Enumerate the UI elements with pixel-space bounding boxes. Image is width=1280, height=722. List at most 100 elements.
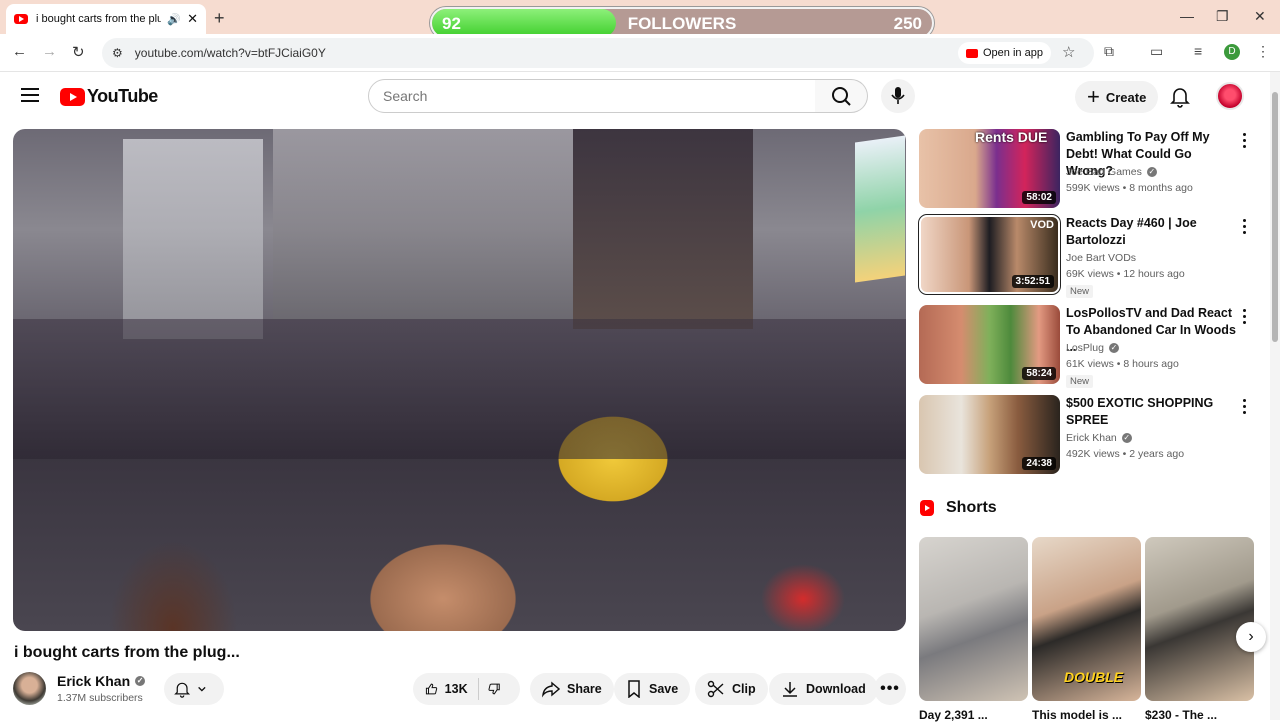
video-duration: 58:24 bbox=[1022, 367, 1056, 380]
video-thumbnail[interactable]: Rents DUE 58:02 bbox=[919, 129, 1060, 208]
recommendation-item[interactable]: 24:38 $500 EXOTIC SHOPPING SPREE Erick K… bbox=[919, 395, 1269, 477]
forward-icon[interactable]: → bbox=[42, 43, 57, 60]
thumbnail-text: Rents DUE bbox=[975, 129, 1048, 145]
recommendation-title: $500 EXOTIC SHOPPING SPREE bbox=[1066, 396, 1214, 427]
notifications-bell-icon[interactable] bbox=[1170, 86, 1190, 108]
recommendation-title: Reacts Day #460 | Joe Bartolozzi bbox=[1066, 216, 1197, 247]
short-thumbnail[interactable]: DOUBLE bbox=[1032, 537, 1141, 701]
maximize-icon[interactable]: ❐ bbox=[1216, 8, 1229, 25]
bell-icon bbox=[174, 682, 191, 698]
recommendation-channel: LosPlug bbox=[1066, 342, 1104, 354]
open-in-app-button[interactable]: Open in app bbox=[958, 42, 1051, 64]
video-thumbnail[interactable]: 58:24 bbox=[919, 305, 1060, 384]
shorts-next-button[interactable]: › bbox=[1236, 622, 1266, 652]
open-in-app-label: Open in app bbox=[983, 47, 1043, 59]
more-vertical-icon[interactable] bbox=[1243, 399, 1247, 417]
extensions-icon[interactable]: ⧉ bbox=[1104, 43, 1114, 60]
minimize-icon[interactable]: — bbox=[1180, 8, 1194, 24]
save-button[interactable]: Save bbox=[614, 673, 691, 705]
back-icon[interactable]: ← bbox=[12, 43, 27, 60]
short-thumbnail[interactable] bbox=[1145, 537, 1254, 701]
youtube-logo[interactable]: YouTube bbox=[60, 86, 158, 107]
share-label: Share bbox=[567, 682, 602, 696]
shorts-icon bbox=[920, 500, 934, 516]
address-bar[interactable]: ⚙ youtube.com/watch?v=btFJCiaiG0Y bbox=[102, 38, 1094, 68]
verified-icon: ✓ bbox=[1108, 343, 1119, 353]
search-input[interactable]: Search bbox=[368, 79, 816, 113]
video-thumbnail[interactable]: 24:38 bbox=[919, 395, 1060, 474]
video-frame-billboard bbox=[855, 135, 905, 283]
chevron-right-icon: › bbox=[1248, 628, 1254, 645]
video-title: i bought carts from the plug... bbox=[14, 644, 240, 661]
page-scrollbar[interactable] bbox=[1270, 72, 1280, 720]
recommendation-item[interactable]: VOD 3:52:51 Reacts Day #460 | Joe Bartol… bbox=[918, 214, 1269, 298]
search-button[interactable] bbox=[815, 79, 868, 113]
share-button[interactable]: Share bbox=[530, 673, 614, 705]
create-button[interactable]: + Create bbox=[1075, 81, 1159, 113]
more-horizontal-icon: ••• bbox=[880, 680, 900, 697]
cast-icon[interactable]: ▭ bbox=[1150, 43, 1163, 60]
download-button[interactable]: Download bbox=[769, 673, 878, 705]
bookmark-star-icon[interactable]: ☆ bbox=[1062, 43, 1075, 61]
youtube-header: YouTube Search + Create bbox=[0, 72, 1270, 122]
hamburger-menu-icon[interactable] bbox=[21, 88, 39, 106]
bookmark-icon bbox=[628, 680, 640, 698]
recommendation-item[interactable]: 58:24 LosPollosTV and Dad React To Aband… bbox=[919, 305, 1269, 388]
search-placeholder: Search bbox=[383, 88, 428, 104]
video-thumbnail[interactable]: VOD 3:52:51 bbox=[918, 214, 1061, 295]
more-vertical-icon[interactable] bbox=[1243, 309, 1247, 327]
short-overlay-text: DOUBLE bbox=[1064, 669, 1124, 685]
more-vertical-icon[interactable] bbox=[1243, 133, 1247, 151]
close-window-icon[interactable]: ✕ bbox=[1254, 8, 1266, 25]
follower-goal: 250 bbox=[893, 14, 922, 33]
channel-avatar[interactable] bbox=[13, 672, 46, 705]
more-actions-button[interactable]: ••• bbox=[874, 673, 906, 705]
browser-profile-avatar[interactable]: D bbox=[1224, 44, 1240, 60]
reload-icon[interactable]: ↻ bbox=[72, 43, 85, 61]
recommendation-meta: 61K views • 8 hours ago bbox=[1066, 358, 1179, 370]
video-duration: 3:52:51 bbox=[1011, 275, 1054, 288]
like-divider bbox=[477, 678, 479, 700]
create-label: Create bbox=[1105, 89, 1147, 105]
recommendation-channel: Joe Bart Games bbox=[1066, 166, 1142, 178]
thumbnail-text: VOD bbox=[1030, 219, 1054, 231]
shorts-heading: Shorts bbox=[920, 499, 997, 517]
shorts-heading-label: Shorts bbox=[946, 499, 997, 516]
plus-icon: + bbox=[1087, 84, 1100, 109]
browser-tab-active[interactable]: i bought carts from the plu 🔊 ✕ bbox=[6, 4, 206, 34]
account-avatar[interactable] bbox=[1216, 82, 1244, 110]
video-frame-building bbox=[123, 139, 263, 339]
channel-name-row[interactable]: Erick Khan ✓ bbox=[57, 673, 146, 689]
close-tab-icon[interactable]: ✕ bbox=[187, 11, 198, 27]
short-thumbnail[interactable] bbox=[919, 537, 1028, 701]
save-label: Save bbox=[649, 682, 679, 696]
verified-icon: ✓ bbox=[1121, 433, 1132, 443]
voice-search-button[interactable] bbox=[881, 79, 915, 113]
youtube-app-icon bbox=[966, 48, 978, 58]
speaker-icon[interactable]: 🔊 bbox=[167, 13, 181, 26]
youtube-favicon-icon bbox=[14, 14, 28, 24]
recommendation-item[interactable]: Rents DUE 58:02 Gambling To Pay Off My D… bbox=[919, 129, 1269, 211]
recommendation-channel-row: Joe Bart Games ✓ bbox=[1066, 166, 1157, 178]
browser-menu-icon[interactable]: ⋮ bbox=[1256, 43, 1270, 60]
verified-icon: ✓ bbox=[135, 676, 146, 686]
video-duration: 58:02 bbox=[1022, 191, 1056, 204]
video-frame-crowd bbox=[13, 319, 906, 459]
channel-name: Erick Khan bbox=[57, 673, 131, 689]
site-info-icon[interactable]: ⚙ bbox=[112, 46, 123, 60]
new-tab-icon[interactable]: + bbox=[214, 8, 225, 29]
youtube-play-icon bbox=[60, 87, 85, 106]
video-frame-building bbox=[573, 129, 753, 329]
media-controls-icon[interactable]: ≡ bbox=[1194, 43, 1202, 59]
scissors-icon bbox=[707, 680, 724, 698]
download-label: Download bbox=[806, 682, 866, 696]
browser-toolbar: ← → ↻ ⚙ youtube.com/watch?v=btFJCiaiG0Y … bbox=[0, 34, 1280, 72]
clip-button[interactable]: Clip bbox=[695, 673, 768, 705]
like-icon[interactable] bbox=[425, 680, 438, 698]
video-player[interactable] bbox=[13, 129, 906, 631]
scrollbar-thumb[interactable] bbox=[1272, 92, 1278, 342]
dislike-icon[interactable] bbox=[488, 680, 501, 698]
follower-label: FOLLOWERS bbox=[627, 14, 737, 33]
subscribed-notifications-button[interactable] bbox=[164, 673, 224, 705]
more-vertical-icon[interactable] bbox=[1243, 219, 1247, 237]
